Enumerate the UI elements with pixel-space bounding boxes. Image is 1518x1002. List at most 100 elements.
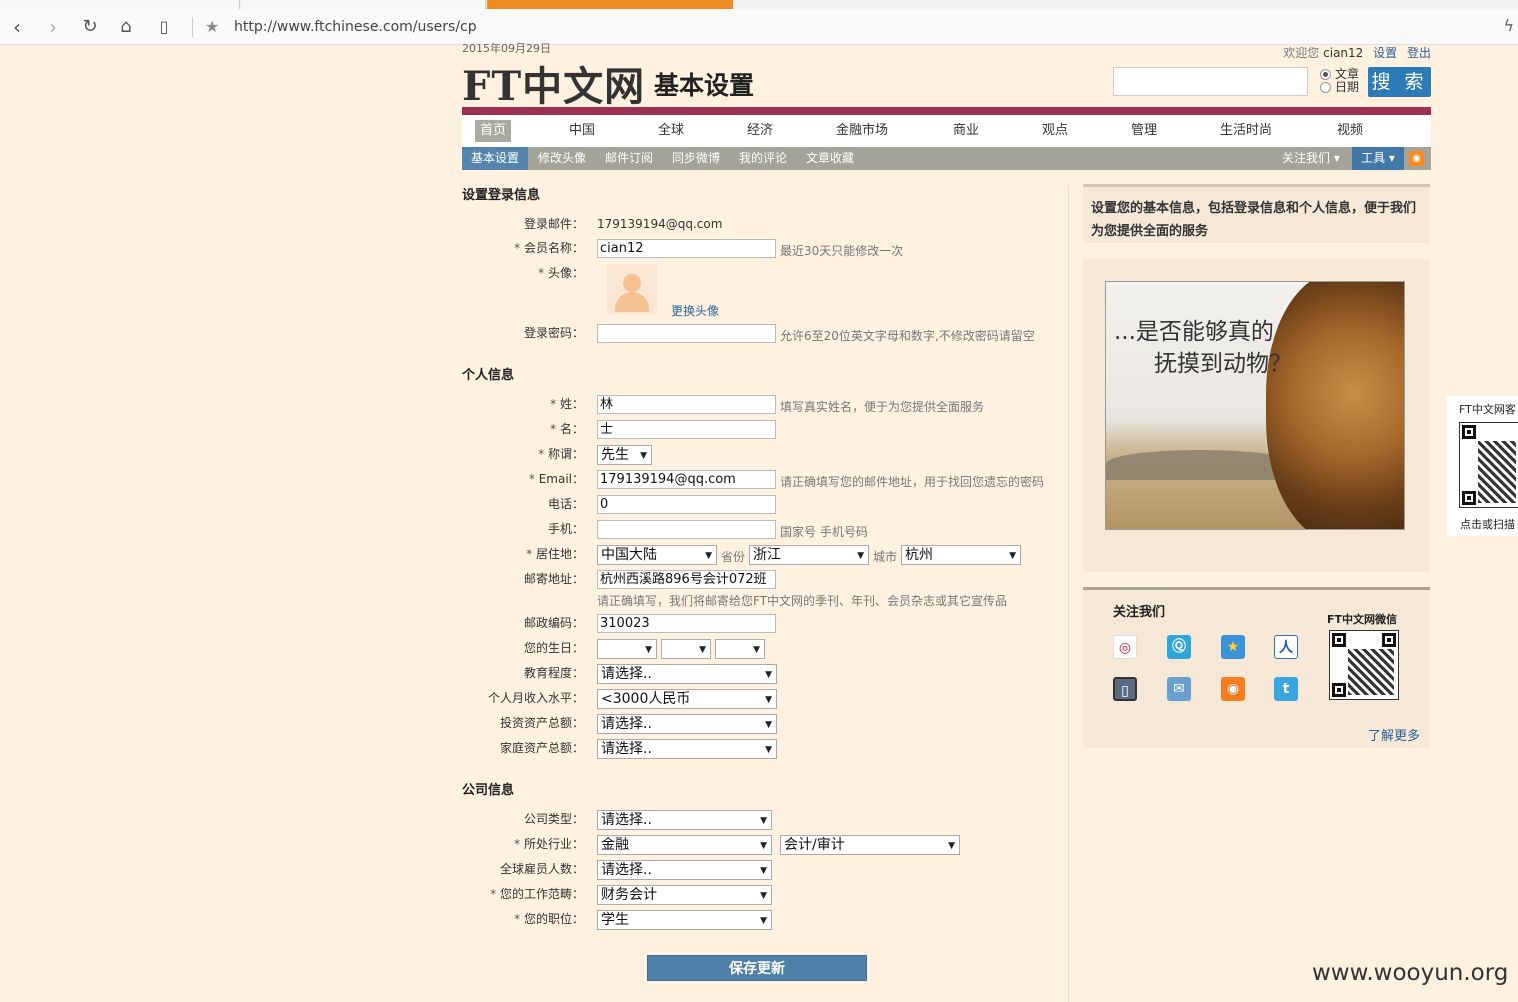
education-select[interactable]: 请选择.. <box>597 664 777 684</box>
nav-item-global[interactable]: 全球 <box>658 120 684 142</box>
home-icon[interactable]: ⌂ <box>114 15 138 39</box>
radio-icon[interactable] <box>1320 69 1331 80</box>
nav-item-management[interactable]: 管理 <box>1131 120 1157 142</box>
search-type-radios: 文章 日期 <box>1320 68 1359 94</box>
work-scope-select[interactable]: 财务会计 <box>597 885 772 905</box>
family-assets-select[interactable]: 请选择.. <box>597 739 777 759</box>
avatar-head <box>623 274 641 292</box>
search-option-date[interactable]: 日期 <box>1320 81 1359 94</box>
industry-select[interactable]: 金融 <box>597 835 772 855</box>
province-select[interactable]: 浙江 <box>749 545 869 565</box>
twitter-icon[interactable]: t <box>1274 677 1298 701</box>
invest-assets-select[interactable]: 请选择.. <box>597 714 777 734</box>
nav-item-markets[interactable]: 金融市场 <box>836 120 888 142</box>
mobile-hint: 国家号 手机号码 <box>780 525 868 539</box>
zip-label: 邮政编码： <box>523 616 584 630</box>
sub-nav: 基本设置 修改头像 邮件订阅 同步微博 我的评论 文章收藏 关注我们 ▾ 工具 … <box>462 147 1431 170</box>
birth-month-select[interactable] <box>661 639 711 659</box>
subnav-change-avatar[interactable]: 修改头像 <box>538 147 586 170</box>
industry-sub-select[interactable]: 会计/审计 <box>780 835 960 855</box>
subnav-sync-weibo[interactable]: 同步微博 <box>672 147 720 170</box>
subnav-basic-settings[interactable]: 基本设置 <box>462 147 529 170</box>
phone-label: 电话： <box>547 497 584 511</box>
nav-item-economy[interactable]: 经济 <box>747 120 773 142</box>
income-select[interactable]: <3000人民币 <box>597 689 777 709</box>
back-icon[interactable]: ‹ <box>5 15 29 39</box>
email-icon[interactable]: ✉ <box>1167 677 1191 701</box>
site-logo[interactable]: FT中文网 <box>462 54 645 112</box>
position-select[interactable]: 学生 <box>597 910 772 930</box>
birth-year-select[interactable] <box>597 639 657 659</box>
education-label: 教育程度： <box>523 666 584 680</box>
search-button[interactable]: 搜 索 <box>1368 67 1431 97</box>
zip-input[interactable]: 310023 <box>597 614 776 633</box>
employees-select[interactable]: 请选择.. <box>597 860 772 880</box>
search-input[interactable] <box>1113 67 1308 96</box>
city-select[interactable]: 杭州 <box>901 545 1021 565</box>
weibo-icon[interactable]: ◎ <box>1113 635 1137 659</box>
subnav-email-subscription[interactable]: 邮件订阅 <box>605 147 653 170</box>
invest-assets-label: 投资资产总额： <box>499 716 584 730</box>
title-select[interactable]: 先生 <box>597 445 652 465</box>
address-input[interactable]: 杭州西溪路896号会计072班 <box>597 570 776 589</box>
subnav-my-comments[interactable]: 我的评论 <box>739 147 787 170</box>
work-scope-label: 您的工作范畴： <box>460 885 584 902</box>
logout-link[interactable]: 登出 <box>1407 46 1431 60</box>
browser-tab[interactable] <box>0 0 240 9</box>
tencent-weibo-icon[interactable]: Ⓠ <box>1167 635 1191 659</box>
brand-bar <box>462 107 1431 115</box>
star-icon[interactable]: ★ <box>1221 635 1245 659</box>
wechat-title: FT中文网微信 <box>1327 613 1398 626</box>
radio-icon[interactable] <box>1320 82 1331 93</box>
browser-tab[interactable] <box>241 0 486 9</box>
tools-menu[interactable]: 工具 ▾ <box>1352 147 1404 170</box>
refresh-icon[interactable]: ↻ <box>78 15 102 39</box>
email-input[interactable]: 179139194@qq.com <box>597 470 776 489</box>
nav-item-opinion[interactable]: 观点 <box>1042 120 1068 142</box>
follow-us-menu[interactable]: 关注我们 ▾ <box>1282 147 1340 170</box>
address-bar[interactable]: http://www.ftchinese.com/users/cp <box>234 19 477 35</box>
rss-feed-icon[interactable]: ◉ <box>1221 677 1245 701</box>
password-input[interactable] <box>597 324 776 343</box>
given-name-label: 名： <box>460 420 584 437</box>
forward-icon[interactable]: › <box>41 15 65 39</box>
given-name-input[interactable]: 士 <box>597 420 776 439</box>
company-type-select[interactable]: 请选择.. <box>597 810 772 830</box>
ad-headline-2: 抚摸到动物？ <box>1154 351 1292 377</box>
mobile-icon[interactable]: ▯ <box>1113 677 1137 701</box>
nickname-input[interactable]: cian12 <box>597 239 776 258</box>
change-avatar-link[interactable]: 更换头像 <box>671 302 719 319</box>
title-label: 称谓： <box>460 445 584 462</box>
settings-link[interactable]: 设置 <box>1373 46 1397 60</box>
family-assets-label: 家庭资产总额： <box>499 741 584 755</box>
nav-item-home[interactable]: 首页 <box>475 120 512 142</box>
surname-hint: 填写真实姓名，便于为您提供全面服务 <box>780 400 985 414</box>
nav-item-china[interactable]: 中国 <box>569 120 595 142</box>
learn-more-link[interactable]: 了解更多 <box>1368 725 1420 744</box>
nav-item-video[interactable]: 视频 <box>1337 120 1363 142</box>
mobile-input[interactable] <box>597 520 776 539</box>
city-label: 城市 <box>873 550 898 564</box>
phone-input[interactable]: 0 <box>597 495 776 514</box>
favorite-star-icon[interactable]: ★ <box>205 17 219 36</box>
avatar-label: 头像： <box>460 264 584 281</box>
reading-list-icon[interactable]: ▯ <box>152 15 176 39</box>
subnav-favorites[interactable]: 文章收藏 <box>806 147 854 170</box>
renren-icon[interactable]: 人 <box>1274 635 1298 659</box>
rss-icon[interactable]: ◉ <box>1409 151 1424 166</box>
floating-qr-code <box>1459 422 1518 508</box>
follow-title: 关注我们 <box>1113 605 1166 620</box>
save-button[interactable]: 保存更新 <box>647 955 867 981</box>
nav-item-business[interactable]: 商业 <box>953 120 979 142</box>
info-box: 设置您的基本信息，包括登录信息和个人信息，便于我们为您提供全面的服务 <box>1083 184 1430 243</box>
browser-tab-active[interactable] <box>487 0 733 9</box>
nav-item-lifestyle[interactable]: 生活时尚 <box>1220 120 1272 142</box>
browser-tab-strip <box>0 0 1518 9</box>
ad-banner[interactable]: ...是否能够真的 抚摸到动物？ <box>1105 281 1405 530</box>
surname-input[interactable]: 林 <box>597 395 776 414</box>
country-select[interactable]: 中国大陆 <box>597 545 717 565</box>
lightning-icon[interactable]: ϟ <box>1503 16 1514 35</box>
floating-qr-widget[interactable]: FT中文网客 点击或扫描 <box>1447 396 1518 536</box>
birth-day-select[interactable] <box>715 639 765 659</box>
follow-box: 关注我们 FT中文网微信 ◎ Ⓠ ★ 人 ▯ ✉ ◉ t 了解更多 <box>1083 587 1430 748</box>
